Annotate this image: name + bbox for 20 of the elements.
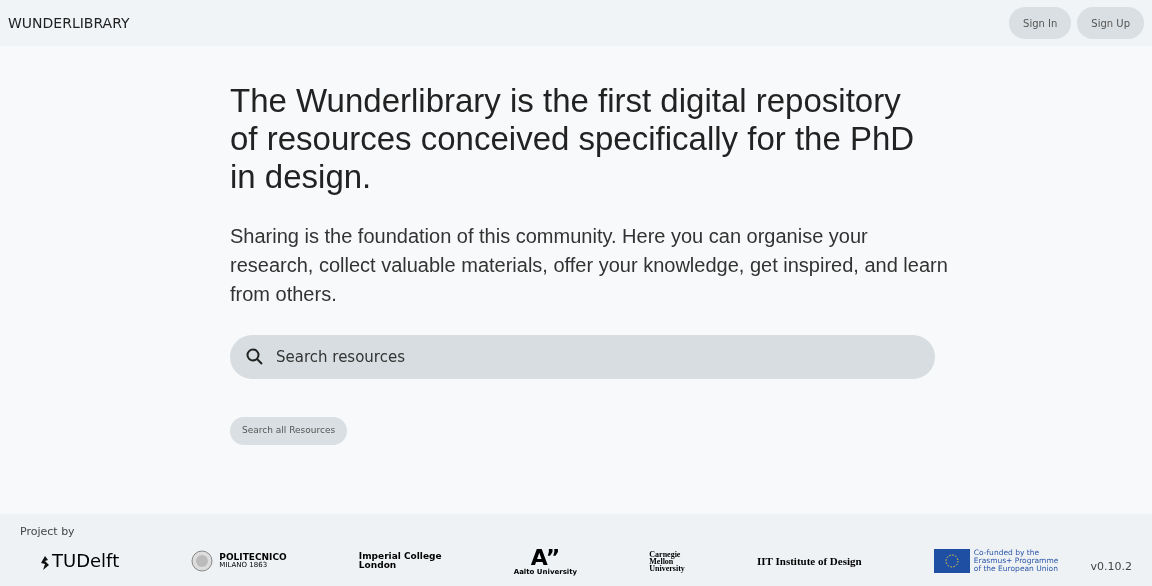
partner-logo-text: A”	[530, 546, 561, 569]
version-label: v0.10.2	[1090, 559, 1132, 575]
search-all-button[interactable]: Search all Resources	[230, 417, 348, 445]
partner-logo-text: University	[649, 564, 685, 572]
search-field[interactable]: Search resources	[230, 335, 935, 379]
hero-title: The Wunderlibrary is the first digital repository of resources conceived specifically for the PhD in design.	[230, 82, 916, 196]
partner-logo-text: TUDelft	[52, 552, 120, 570]
partner-logo-text: Imperial College	[358, 552, 442, 561]
auth-button[interactable]: Sign Up	[1077, 7, 1144, 39]
partner-logo-text: POLITECNICO	[219, 553, 287, 562]
flag-icon	[933, 549, 970, 573]
project-by-label: Project by	[20, 524, 76, 540]
intro-text: Sharing is the foundation of this community. Here you can organise your research, collect valuable materials, offer your knowledge, get inspired, and learn from others.	[230, 224, 949, 307]
partner-logo-text: London	[358, 561, 397, 570]
partner-logo-text: Carnegie	[649, 550, 682, 558]
seal-icon	[191, 550, 214, 572]
auth-button[interactable]: Sign In	[1009, 7, 1072, 39]
partner-logo-text: IIT Institute of Design	[757, 553, 862, 569]
brand-name: WUNDERLIBRARY	[8, 13, 130, 33]
search-icon	[246, 348, 264, 366]
